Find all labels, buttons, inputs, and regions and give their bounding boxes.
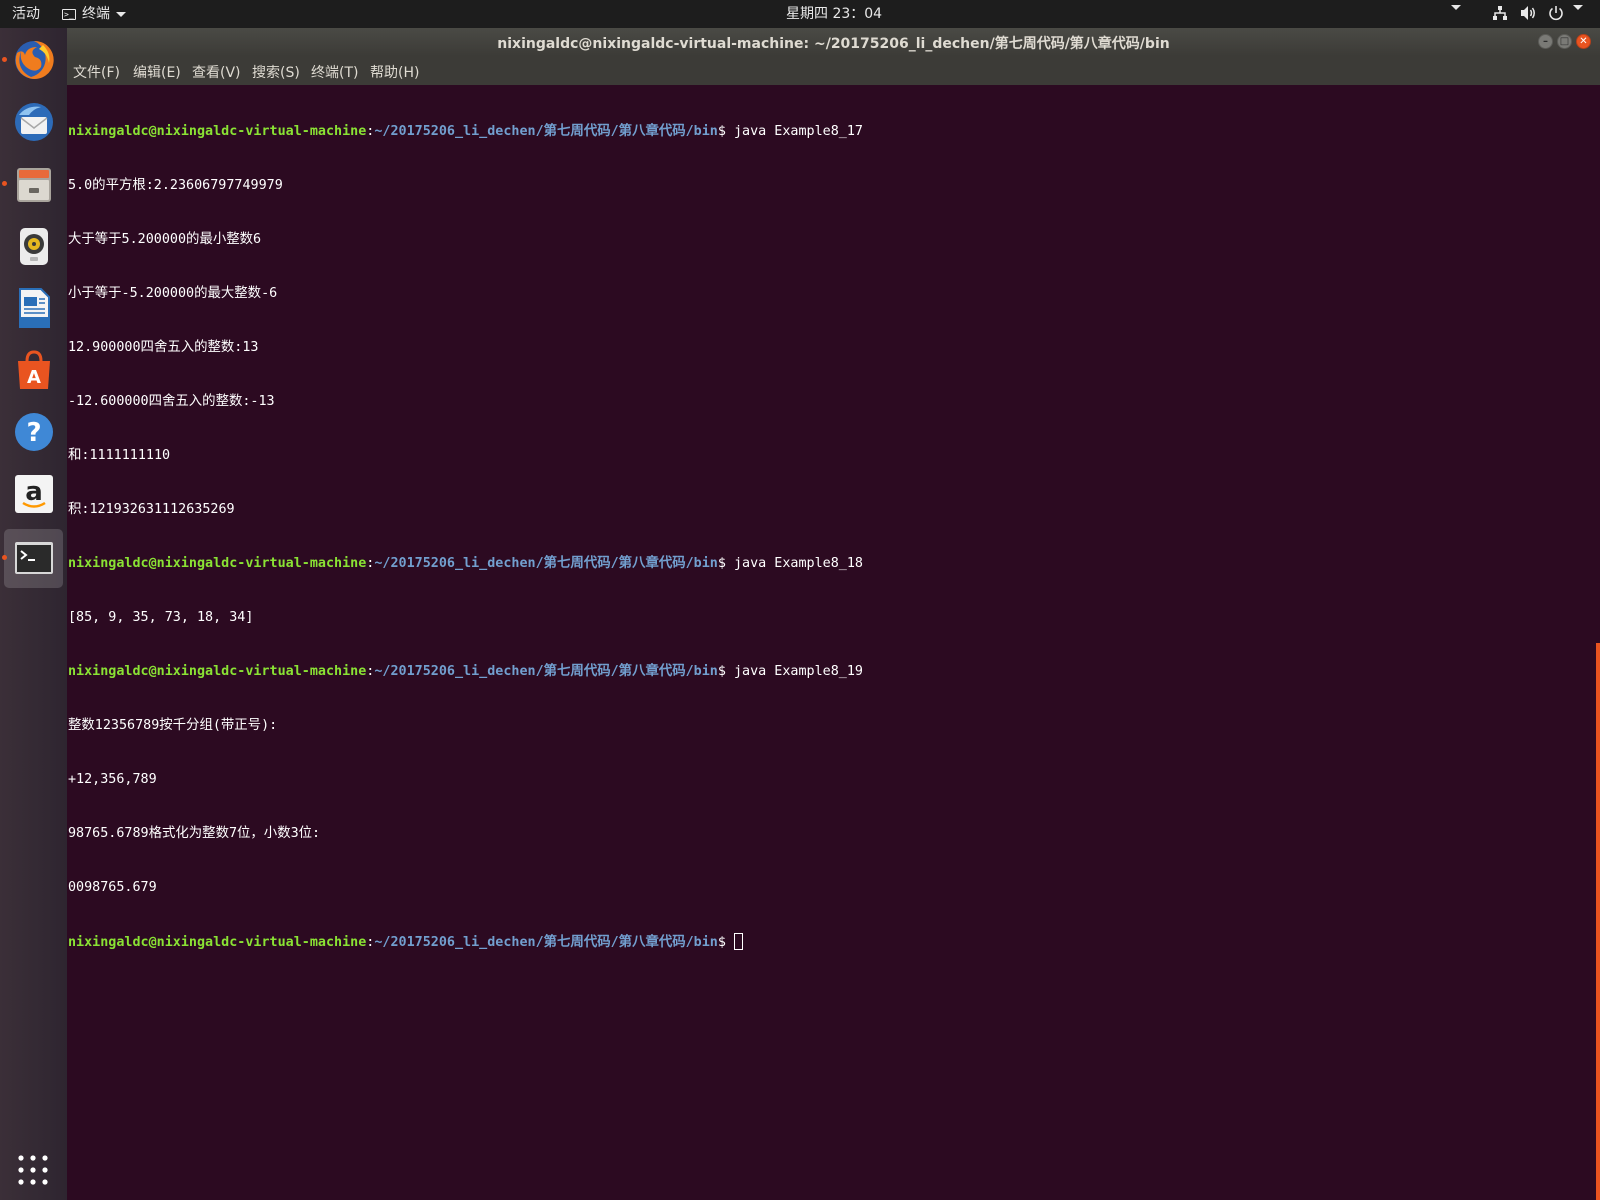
output-line: 和:1111111110 — [68, 448, 171, 463]
rhythmbox-icon — [20, 228, 48, 265]
svg-text:a: a — [25, 477, 43, 507]
close-button[interactable]: ✕ — [1576, 34, 1591, 49]
text-cursor — [734, 933, 743, 950]
window-titlebar[interactable]: nixingaldc@nixingaldc-virtual-machine: ~… — [67, 28, 1600, 56]
running-indicator — [2, 181, 7, 186]
command-text: java Example8_19 — [734, 664, 863, 679]
power-icon[interactable] — [1548, 5, 1564, 26]
prompt-user: nixingaldc@nixingaldc-virtual-machine — [68, 664, 367, 679]
output-line: -12.600000四舍五入的整数:-13 — [68, 394, 275, 409]
running-indicator — [2, 555, 7, 560]
svg-text:A: A — [27, 367, 41, 388]
window-title: nixingaldc@nixingaldc-virtual-machine: ~… — [497, 36, 1170, 52]
app-menu-label: 终端 — [82, 6, 110, 22]
menu-help[interactable]: 帮助(H) — [370, 62, 419, 82]
chevron-down-icon — [116, 11, 126, 17]
dock-item-files[interactable] — [2, 155, 63, 214]
tray-chevron-down-icon[interactable] — [1451, 5, 1461, 10]
libreoffice-writer-icon — [19, 288, 50, 328]
output-line: 小于等于-5.200000的最大整数-6 — [68, 286, 278, 301]
output-line: 整数12356789按千分组(带正号): — [68, 718, 278, 733]
running-indicator — [2, 57, 7, 62]
output-line: 12.900000四舍五入的整数:13 — [68, 340, 259, 355]
output-line: 大于等于5.200000的最小整数6 — [68, 232, 262, 247]
scrollbar[interactable] — [1596, 643, 1600, 1200]
prompt-path: ~/20175206_li_dechen/第七周代码/第八章代码/bin — [374, 124, 718, 139]
amazon-icon: a — [15, 475, 53, 513]
software-center-icon: A — [18, 350, 50, 389]
terminal-icon — [15, 542, 53, 574]
prompt-symbol: $ — [717, 124, 734, 139]
prompt-symbol: $ — [717, 556, 734, 571]
thunderbird-icon — [15, 103, 53, 141]
prompt-user: nixingaldc@nixingaldc-virtual-machine — [68, 935, 367, 950]
power-chevron-down-icon[interactable] — [1573, 5, 1583, 10]
volume-icon[interactable] — [1520, 5, 1538, 26]
prompt-path: ~/20175206_li_dechen/第七周代码/第八章代码/bin — [374, 664, 718, 679]
dock-item-software[interactable]: A — [4, 341, 63, 400]
activities-button[interactable]: 活动 — [12, 5, 40, 23]
dock-item-amazon[interactable]: a — [4, 465, 63, 524]
terminal-output: nixingaldc@nixingaldc-virtual-machine:~/… — [68, 87, 863, 987]
minimize-icon: – — [1543, 36, 1548, 47]
minimize-button[interactable]: – — [1538, 34, 1553, 49]
dock-item-thunderbird[interactable] — [4, 93, 63, 152]
terminal-small-icon: >_ — [62, 8, 76, 20]
output-line: 5.0的平方根:2.23606797749979 — [68, 178, 283, 193]
files-icon — [17, 168, 51, 202]
dock-item-firefox[interactable] — [2, 31, 63, 90]
menu-view[interactable]: 查看(V) — [192, 62, 241, 82]
prompt-line: nixingaldc@nixingaldc-virtual-machine:~/… — [68, 933, 863, 951]
clock[interactable]: 星期四 23：04 — [786, 5, 882, 23]
prompt-line: nixingaldc@nixingaldc-virtual-machine:~/… — [68, 555, 863, 573]
show-applications-icon[interactable] — [16, 1153, 50, 1187]
command-text: java Example8_17 — [734, 124, 863, 139]
menu-terminal[interactable]: 终端(T) — [311, 62, 358, 82]
menu-bar: 文件(F) 编辑(E) 查看(V) 搜索(S) 终端(T) 帮助(H) — [67, 56, 1600, 85]
terminal-area[interactable]: nixingaldc@nixingaldc-virtual-machine:~/… — [67, 85, 1597, 1200]
firefox-icon — [15, 40, 54, 79]
prompt-path: ~/20175206_li_dechen/第七周代码/第八章代码/bin — [374, 556, 718, 571]
menu-file[interactable]: 文件(F) — [73, 62, 120, 82]
app-menu[interactable]: >_ 终端 — [62, 5, 126, 23]
maximize-icon: □ — [1559, 36, 1570, 47]
prompt-user: nixingaldc@nixingaldc-virtual-machine — [68, 124, 367, 139]
dock-item-help[interactable]: ? — [4, 403, 63, 462]
command-text: java Example8_18 — [734, 556, 863, 571]
prompt-user: nixingaldc@nixingaldc-virtual-machine — [68, 556, 367, 571]
dock-item-writer[interactable] — [4, 279, 63, 338]
top-bar: 活动 >_ 终端 星期四 23：04 — [0, 0, 1600, 28]
network-icon[interactable] — [1492, 5, 1508, 26]
output-line: 98765.6789格式化为整数7位，小数3位: — [68, 826, 321, 841]
dock: A ? a — [0, 28, 68, 1200]
prompt-symbol: $ — [717, 935, 734, 950]
help-icon: ? — [15, 413, 53, 451]
menu-search[interactable]: 搜索(S) — [252, 62, 300, 82]
menu-edit[interactable]: 编辑(E) — [133, 62, 181, 82]
output-line: 积:121932631112635269 — [68, 502, 235, 517]
prompt-path: ~/20175206_li_dechen/第七周代码/第八章代码/bin — [374, 935, 718, 950]
close-icon: ✕ — [1579, 36, 1588, 47]
prompt-line: nixingaldc@nixingaldc-virtual-machine:~/… — [68, 663, 863, 681]
dock-item-rhythmbox[interactable] — [4, 217, 63, 276]
svg-text:?: ? — [26, 418, 41, 448]
maximize-button[interactable]: □ — [1557, 34, 1572, 49]
dock-item-terminal[interactable] — [2, 529, 63, 588]
prompt-symbol: $ — [717, 664, 734, 679]
prompt-line: nixingaldc@nixingaldc-virtual-machine:~/… — [68, 123, 863, 141]
output-line: +12,356,789 — [68, 772, 157, 787]
output-line: [85, 9, 35, 73, 18, 34] — [68, 610, 254, 625]
output-line: 0098765.679 — [68, 880, 157, 895]
